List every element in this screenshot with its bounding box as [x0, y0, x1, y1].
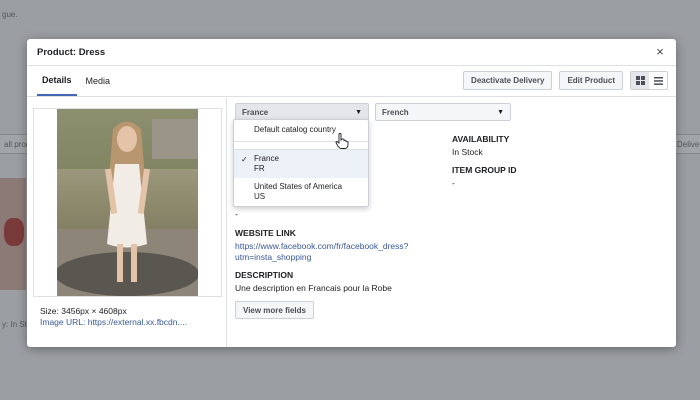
tab-details[interactable]: Details [37, 66, 77, 96]
partially-hidden-value: - [235, 209, 238, 219]
image-column: Size: 3456px × 4608px Image URL: https:/… [27, 98, 227, 347]
checkmark-icon: ✓ [241, 155, 248, 164]
dropdown-option-france[interactable]: ✓ France FR [234, 150, 368, 178]
dropdown-option-code: FR [254, 164, 265, 173]
image-url-link[interactable]: Image URL: https://external.xx.fbcdn.... [40, 317, 187, 327]
dropdown-option-code: US [254, 192, 266, 201]
dropdown-option-usa[interactable]: United States of America US [234, 178, 368, 206]
list-view-icon[interactable] [649, 72, 667, 89]
availability-label: AVAILABILITY [452, 134, 510, 144]
background-text-fragment: gue. [2, 10, 18, 19]
product-image-frame [33, 108, 222, 297]
chevron-down-icon: ▼ [355, 108, 362, 116]
item-group-id-label: ITEM GROUP ID [452, 165, 517, 175]
website-link-line1[interactable]: https://www.facebook.com/fr/facebook_dre… [235, 241, 408, 252]
website-link-line2[interactable]: utm=insta_shopping [235, 252, 311, 263]
hand-pointer-icon [335, 133, 349, 149]
chevron-down-icon: ▼ [497, 108, 504, 116]
website-link-label: WEBSITE LINK [235, 228, 296, 238]
grid-view-icon[interactable] [631, 72, 649, 89]
modal-title: Product: Dress [37, 46, 106, 58]
language-select[interactable]: French ▼ [375, 103, 511, 121]
view-more-fields-button[interactable]: View more fields [235, 301, 314, 319]
image-size-text: Size: 3456px × 4608px [40, 306, 127, 316]
modal-header: Product: Dress × [27, 39, 676, 66]
edit-product-button[interactable]: Edit Product [559, 71, 623, 90]
deactivate-delivery-button[interactable]: Deactivate Delivery [463, 71, 553, 90]
dropdown-option-label: France [254, 154, 279, 163]
description-label: DESCRIPTION [235, 270, 294, 280]
dropdown-option-label: United States of America [254, 182, 343, 191]
language-select-label: French [382, 107, 409, 117]
product-photo[interactable] [57, 109, 198, 296]
tab-media[interactable]: Media [81, 66, 116, 96]
background-thumbnail [0, 178, 26, 290]
item-group-id-value: - [452, 178, 455, 188]
tab-bar: Details Media Deactivate Delivery Edit P… [27, 66, 676, 97]
tab-actions: Deactivate Delivery Edit Product [463, 71, 668, 90]
dropdown-option-label: Default catalog country [254, 125, 336, 134]
country-select-label: France [242, 107, 269, 117]
background-right-text: Delive [677, 140, 700, 149]
close-icon[interactable]: × [654, 45, 666, 58]
availability-value: In Stock [452, 147, 483, 157]
description-value: Une description en Francais pour la Robe [235, 283, 392, 293]
view-toggle [630, 71, 668, 90]
